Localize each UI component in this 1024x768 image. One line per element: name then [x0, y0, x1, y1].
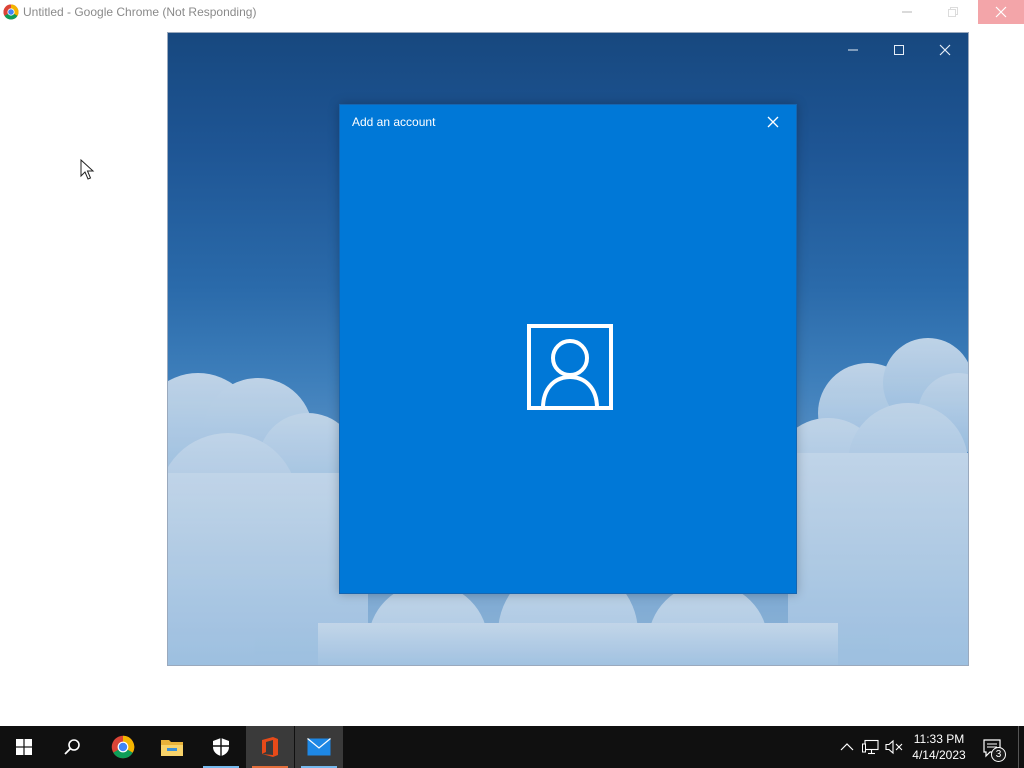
taskbar: 11:33 PM 4/14/2023 3 [0, 726, 1024, 768]
app-minimize-button[interactable] [833, 39, 873, 61]
minimize-icon [902, 11, 912, 13]
app-close-button[interactable] [925, 39, 965, 61]
clock-date: 4/14/2023 [912, 748, 966, 762]
taskbar-file-explorer[interactable] [148, 726, 196, 768]
windows-security-icon [213, 738, 229, 756]
close-icon [767, 116, 779, 128]
window-title: Untitled - Google Chrome (Not Responding… [23, 5, 257, 19]
network-button[interactable] [862, 738, 880, 756]
browser-titlebar: Untitled - Google Chrome (Not Responding… [0, 0, 1024, 24]
minimize-icon [848, 49, 858, 51]
file-explorer-icon [161, 740, 183, 756]
close-icon [995, 6, 1007, 18]
taskbar-mail[interactable] [295, 726, 343, 768]
dialog-title: Add an account [352, 115, 436, 129]
taskbar-windows-security[interactable] [197, 726, 245, 768]
chrome-icon [111, 735, 135, 759]
volume-button[interactable] [885, 738, 903, 756]
chevron-up-icon [840, 743, 854, 751]
search-button[interactable] [48, 726, 96, 768]
start-button[interactable] [0, 726, 48, 768]
chrome-icon [3, 4, 19, 20]
restore-button[interactable] [930, 0, 976, 24]
office-icon [262, 737, 278, 757]
add-account-dialog: Add an account [339, 104, 797, 594]
tray-overflow-button[interactable] [838, 738, 856, 756]
notification-count-badge: 3 [991, 747, 1006, 762]
mouse-cursor-icon [80, 159, 95, 180]
taskbar-clock[interactable]: 11:33 PM 4/14/2023 [906, 731, 972, 763]
clock-time: 11:33 PM [913, 732, 965, 746]
close-button[interactable] [978, 0, 1024, 24]
dialog-close-button[interactable] [763, 113, 783, 131]
taskbar-chrome[interactable] [99, 726, 147, 768]
start-icon [16, 739, 32, 755]
mail-icon [307, 738, 331, 756]
network-icon [862, 739, 879, 755]
account-person-icon [527, 324, 613, 410]
taskbar-office[interactable] [246, 726, 294, 768]
restore-icon [948, 7, 958, 17]
close-icon [939, 44, 951, 56]
maximize-icon [894, 45, 904, 55]
minimize-button[interactable] [884, 0, 930, 24]
show-desktop-button[interactable] [1018, 726, 1019, 768]
app-maximize-button[interactable] [879, 39, 919, 61]
search-icon [64, 739, 80, 755]
volume-muted-icon [885, 739, 903, 755]
